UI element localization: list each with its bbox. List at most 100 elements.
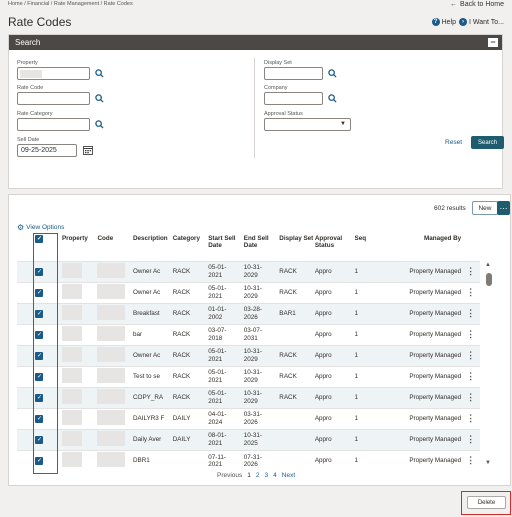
header-category[interactable]: Category [173,233,209,261]
sell-date-label: Sell Date [17,137,40,143]
row-actions-icon[interactable]: ⋮ [466,329,475,339]
cell-property [61,323,98,345]
rate-category-search-icon[interactable] [95,120,104,129]
table-row[interactable]: ✓ DAILYR3 F DAILY 04-01-2024 03-31-2026 Appro… [17,407,480,429]
cell-kebab[interactable]: ⋮ [461,449,480,471]
cell-seq: 1 [354,449,386,471]
table-row[interactable]: ✓ Owner Ac RACK 05-01-2021 10-31-2029 RACK App… [17,281,480,303]
cell-property [61,386,98,408]
header-approval-status[interactable]: Approval Status [315,233,355,261]
cell-category: RACK [172,302,209,324]
calendar-icon[interactable] [83,145,93,155]
header-end-sell-date[interactable]: End Sell Date [244,233,280,261]
pager-page-4[interactable]: 4 [273,472,277,479]
cell-end: 03-31-2026 [243,407,280,429]
company-search-icon[interactable] [328,94,337,103]
redacted-value [97,347,126,362]
header-start-sell-date[interactable]: Start Sell Date [208,233,244,261]
header-managed-by[interactable]: Managed By [386,233,461,261]
approval-status-select[interactable]: ▼ [264,118,351,131]
company-field[interactable] [264,92,323,105]
display-set-field[interactable] [264,67,323,80]
table-row[interactable]: ✓ Owner Ac RACK 05-01-2021 10-31-2029 RACK App… [17,344,480,366]
row-actions-icon[interactable]: ⋮ [466,392,475,402]
rate-code-field[interactable] [17,92,90,105]
table-row[interactable]: ✓ Owner Ac RACK 05-01-2021 10-31-2029 RACK App… [17,260,480,282]
property-search-icon[interactable] [95,69,104,78]
reset-link[interactable]: Reset [445,139,462,146]
cell-description: Owner Ac [133,344,173,366]
pager-page-2[interactable]: 2 [256,472,260,479]
cell-kebab[interactable]: ⋮ [461,407,480,429]
scroll-up-icon[interactable]: ▲ [485,262,491,268]
view-options-button[interactable]: ⚙ View Options [17,223,64,232]
row-actions-icon[interactable]: ⋮ [466,350,475,360]
scrollbar-thumb[interactable] [486,273,492,286]
row-actions-icon[interactable]: ⋮ [466,434,475,444]
row-actions-icon[interactable]: ⋮ [466,455,475,465]
scroll-down-icon[interactable]: ▼ [485,460,491,466]
header-code[interactable]: Code [97,233,133,261]
table-row[interactable]: ✓ Test to se RACK 05-01-2021 10-31-2029 RACK A… [17,365,480,387]
cell-kebab[interactable]: ⋮ [461,302,480,324]
cell-text: 07-11-2021 [208,453,226,468]
row-actions-icon[interactable]: ⋮ [466,371,475,381]
help-button[interactable]: ? Help [431,18,456,26]
back-to-home-link[interactable]: ← Back to Home [450,1,504,8]
cell-approval: Appro [314,260,355,282]
cell-seq: 1 [354,302,386,324]
cell-kebab[interactable]: ⋮ [461,344,480,366]
cell-kebab[interactable]: ⋮ [461,323,480,345]
row-actions-icon[interactable]: ⋮ [466,266,475,276]
rate-code-search-icon[interactable] [95,94,104,103]
table-row[interactable]: ✓ Daily Aver DAILY 08-01-2021 10-31-2025 Appr… [17,428,480,450]
cell-code [97,281,133,303]
cell-description: DAILYR3 F [133,407,173,429]
cell-end: 10-31-2025 [243,428,280,450]
cell-seq: 1 [354,365,386,387]
row-actions-icon[interactable]: ⋮ [466,413,475,423]
redacted-value [61,431,82,446]
display-set-search-icon[interactable] [328,69,337,78]
i-want-to-button[interactable]: › I Want To... [458,18,504,26]
header-display-set[interactable]: Display Set [279,233,315,261]
cell-text: Appro [314,268,332,275]
property-field[interactable] [17,67,90,80]
sell-date-field[interactable]: 09-25-2025 [17,144,77,157]
cell-kebab[interactable]: ⋮ [461,365,480,387]
new-button[interactable]: New [472,201,498,215]
table-row[interactable]: ✓ COPY_RA RACK 05-01-2021 10-31-2029 RACK Appr… [17,386,480,408]
row-actions-icon[interactable]: ⋮ [466,287,475,297]
cell-seq: 1 [354,281,386,303]
cell-kebab[interactable]: ⋮ [461,386,480,408]
cell-kebab[interactable]: ⋮ [461,281,480,303]
cell-text: 05-01-2021 [208,369,227,384]
more-options-icon[interactable]: ⋯ [497,201,510,215]
row-actions-icon[interactable]: ⋮ [466,308,475,318]
rate-category-field[interactable] [17,118,90,131]
header-description[interactable]: Description [133,233,173,261]
pager-page-1[interactable]: 1 [247,472,251,479]
table-row[interactable]: ✓ Breakfast RACK 01-01-2002 03-28-2026 BAR1 Ap… [17,302,480,324]
cell-end: 10-31-2029 [243,386,280,408]
cell-approval: Appro [314,344,355,366]
breadcrumb[interactable]: Home / Financial / Rate Management / Rat… [8,1,133,7]
cell-kebab[interactable]: ⋮ [461,428,480,450]
pager-next[interactable]: Next [282,472,295,479]
cell-seq: 1 [354,260,386,282]
pager-previous[interactable]: Previous [217,472,242,479]
cell-seq: 1 [354,323,386,345]
table-row[interactable]: ✓ bar RACK 03-07-2018 03-07-2031 Appro 1 Proper… [17,323,480,345]
cell-category [172,449,209,471]
collapse-icon[interactable]: − [488,38,498,47]
pager-page-3[interactable]: 3 [265,472,269,479]
header-seq[interactable]: Seq [355,233,386,261]
search-button[interactable]: Search [471,136,504,149]
cell-kebab[interactable]: ⋮ [461,260,480,282]
cell-text: RACK [279,289,297,296]
header-property[interactable]: Property [62,233,98,261]
pagination: Previous 1 2 3 4 Next [217,472,295,479]
cell-display-set: RACK [279,260,315,282]
table-row[interactable]: ✓ DBR1 07-11-2021 07-31-2026 Appro 1 Property … [17,449,480,471]
cell-approval: Appro [314,386,355,408]
